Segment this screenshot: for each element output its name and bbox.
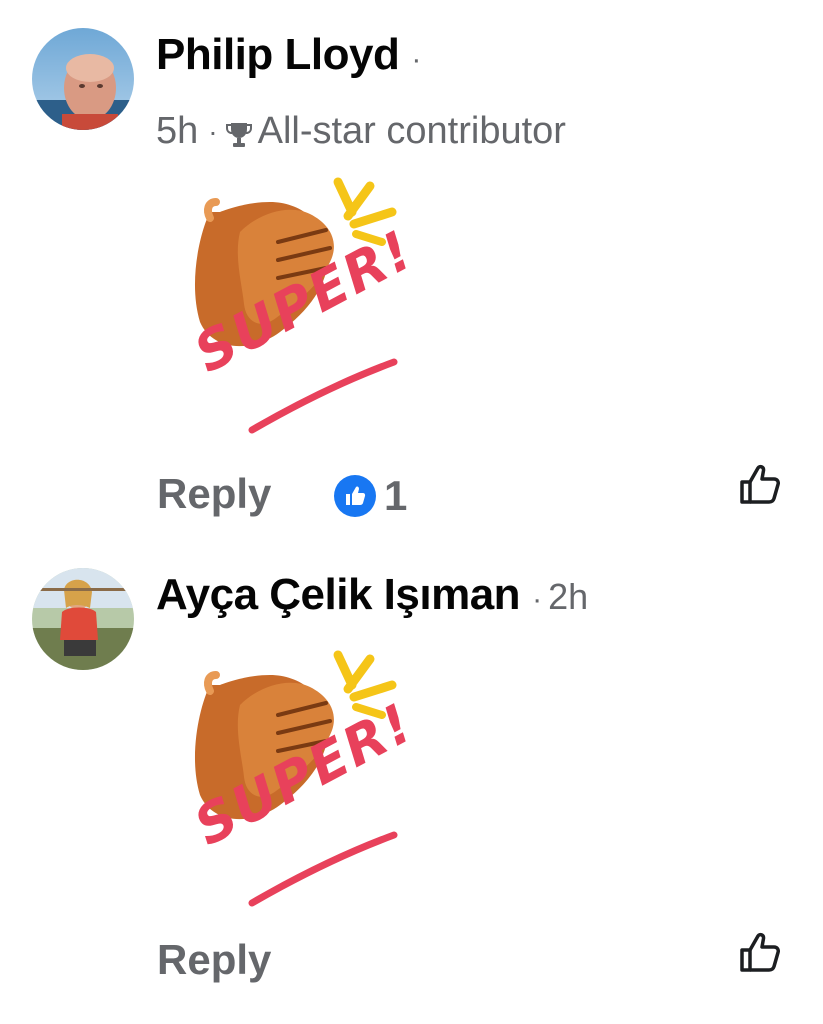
clapping-hands-sticker: SUPER! bbox=[180, 172, 424, 442]
contributor-badge[interactable]: All-star contributor bbox=[258, 110, 566, 153]
like-icon bbox=[334, 475, 376, 517]
reaction-count: 1 bbox=[384, 472, 408, 519]
separator-dot: · bbox=[411, 43, 422, 76]
trophy-icon bbox=[225, 117, 252, 147]
comment: Philip Lloyd · 5h · All-star contributor bbox=[0, 0, 823, 540]
thumbs-up-outline-icon[interactable] bbox=[738, 930, 784, 976]
reply-button[interactable]: Reply bbox=[157, 936, 271, 984]
separator-dot: · bbox=[532, 583, 543, 616]
clapping-hands-sticker: SUPER! bbox=[180, 645, 424, 915]
reaction-summary[interactable]: 1 bbox=[334, 472, 407, 520]
reply-button[interactable]: Reply bbox=[157, 470, 271, 518]
thumbs-up-outline-icon[interactable] bbox=[738, 462, 784, 508]
comment-meta: 5h · All-star contributor bbox=[156, 110, 566, 153]
author-name[interactable]: Philip Lloyd bbox=[156, 30, 400, 80]
author-name[interactable]: Ayça Çelik Işıman bbox=[156, 570, 521, 620]
avatar[interactable] bbox=[32, 28, 134, 130]
comment: Ayça Çelik Işıman · 2h SUPER! Reply bbox=[0, 540, 823, 1024]
timestamp[interactable]: 5h bbox=[156, 110, 198, 153]
author-line: Philip Lloyd · bbox=[156, 30, 427, 80]
timestamp[interactable]: 2h bbox=[548, 576, 588, 618]
avatar[interactable] bbox=[32, 568, 134, 670]
author-line: Ayça Çelik Işıman · 2h bbox=[156, 570, 588, 620]
separator-dot: · bbox=[208, 115, 218, 147]
